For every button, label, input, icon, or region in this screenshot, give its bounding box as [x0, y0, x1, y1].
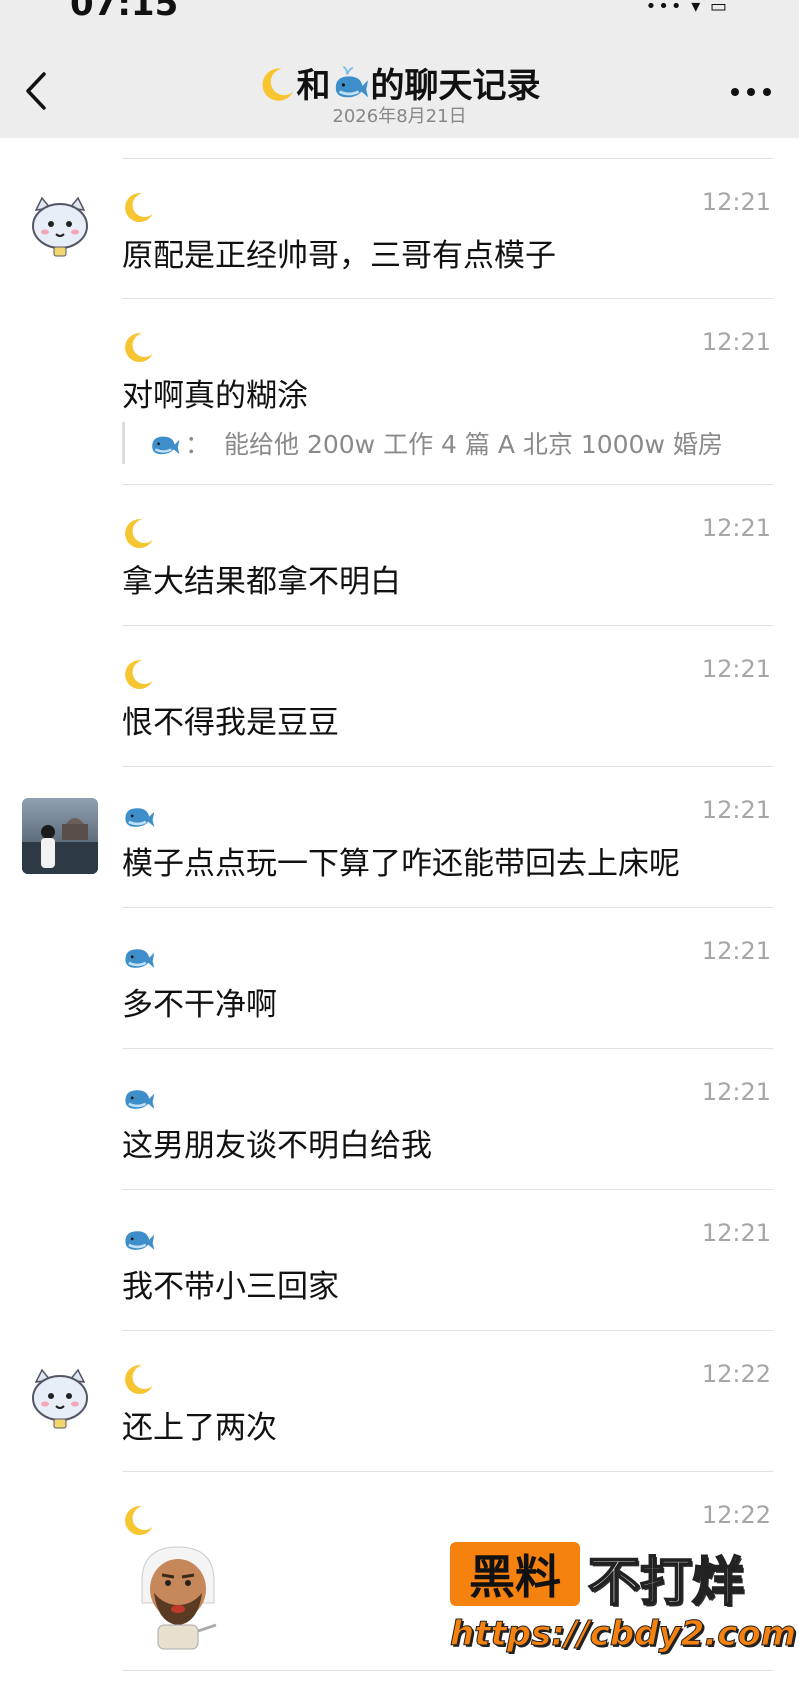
message-time: 12:21: [701, 514, 771, 542]
status-time: 07:15: [70, 0, 179, 24]
photo-avatar[interactable]: [22, 798, 98, 874]
message-text: 这男朋友谈不明白给我: [122, 1128, 432, 1164]
moon-emoji-icon: [125, 519, 153, 549]
message-item[interactable]: 12:21 这男朋友谈不明白给我: [0, 1048, 799, 1188]
quoted-message[interactable]: ： 能给他 200w 工作 4 篇 A 北京 1000w 婚房: [122, 422, 723, 464]
message-text: 恨不得我是豆豆: [122, 705, 339, 741]
title-suffix: 的聊天记录: [370, 66, 541, 106]
quote-text: 能给他 200w 工作 4 篇 A 北京 1000w 婚房: [224, 430, 723, 459]
message-text: 原配是正经帅哥，三哥有点模子: [122, 238, 556, 274]
status-bar: 07:15 ••• ▾ ▭: [0, 0, 799, 24]
message-item[interactable]: 12:21 对啊真的糊涂 ： 能给他 200w 工作 4 篇 A 北京 1000…: [0, 298, 799, 484]
message-item[interactable]: 12:21 恨不得我是豆豆: [0, 625, 799, 765]
message-time: 12:22: [701, 1360, 771, 1388]
message-time: 12:21: [701, 655, 771, 683]
whale-emoji-icon: [125, 808, 155, 827]
chat-date: 2026年8月21日: [332, 106, 467, 127]
moon-emoji-icon: [125, 1506, 153, 1536]
message-time: 12:21: [701, 796, 771, 824]
whale-emoji-icon: [125, 949, 155, 968]
divider: [122, 766, 773, 767]
whale-emoji-icon: [125, 1090, 155, 1109]
message-item[interactable]: 12:21 多不干净啊: [0, 907, 799, 1047]
moon-emoji-icon: [125, 660, 153, 690]
message-text: 还上了两次: [122, 1410, 277, 1446]
message-time: 12:21: [701, 328, 771, 356]
moon-emoji-icon: [125, 193, 153, 223]
whale-emoji-icon: [125, 1231, 155, 1250]
quote-colon: ：: [185, 430, 211, 459]
divider: [122, 298, 773, 299]
divider: [122, 158, 773, 159]
moon-emoji-icon: [125, 1365, 153, 1395]
message-time: 12:21: [701, 1078, 771, 1106]
watermark-logo-box: 黑料: [450, 1542, 580, 1606]
more-dots-icon: [731, 88, 771, 96]
message-text: 模子点点玩一下算了咋还能带回去上床呢: [122, 846, 680, 882]
chat-title: 和 的聊天记录: [0, 58, 799, 107]
divider: [122, 907, 773, 908]
message-text: 多不干净啊: [122, 987, 277, 1023]
chat-header: 和 的聊天记录 2026年8月21日: [0, 22, 799, 138]
more-button[interactable]: [729, 84, 773, 100]
message-time: 12:22: [701, 1501, 771, 1529]
message-item[interactable]: 12:22 还上了两次: [0, 1330, 799, 1470]
whale-emoji-icon: [152, 436, 180, 455]
divider: [122, 484, 773, 485]
cat-avatar[interactable]: [22, 190, 98, 266]
message-item[interactable]: 12:21 我不带小三回家: [0, 1189, 799, 1329]
message-time: 12:21: [701, 937, 771, 965]
message-text: 拿大结果都拿不明白: [122, 564, 401, 600]
divider: [122, 1670, 773, 1671]
watermark-text: 不打烊: [587, 1552, 745, 1614]
message-item[interactable]: 12:21 原配是正经帅哥，三哥有点模子: [0, 158, 799, 298]
message-item[interactable]: 12:21 拿大结果都拿不明白: [0, 484, 799, 624]
divider: [122, 1048, 773, 1049]
divider: [122, 625, 773, 626]
cat-avatar[interactable]: [22, 1362, 98, 1438]
title-conjunction: 和: [296, 66, 331, 106]
divider: [122, 1330, 773, 1331]
watermark-url: https://cbdy2.com: [449, 1614, 797, 1655]
status-indicators: ••• ▾ ▭: [645, 0, 729, 17]
moon-emoji-icon: [261, 68, 293, 101]
divider: [122, 1471, 773, 1472]
message-text: 我不带小三回家: [122, 1269, 339, 1305]
message-time: 12:21: [701, 188, 771, 216]
whale-emoji-icon: [335, 66, 368, 98]
message-time: 12:21: [701, 1219, 771, 1247]
message-item[interactable]: 12:21 模子点点玩一下算了咋还能带回去上床呢: [0, 766, 799, 906]
message-text: 对啊真的糊涂: [122, 378, 308, 414]
bearded-man-sticker[interactable]: [128, 1541, 228, 1653]
moon-emoji-icon: [125, 333, 153, 363]
divider: [122, 1189, 773, 1190]
